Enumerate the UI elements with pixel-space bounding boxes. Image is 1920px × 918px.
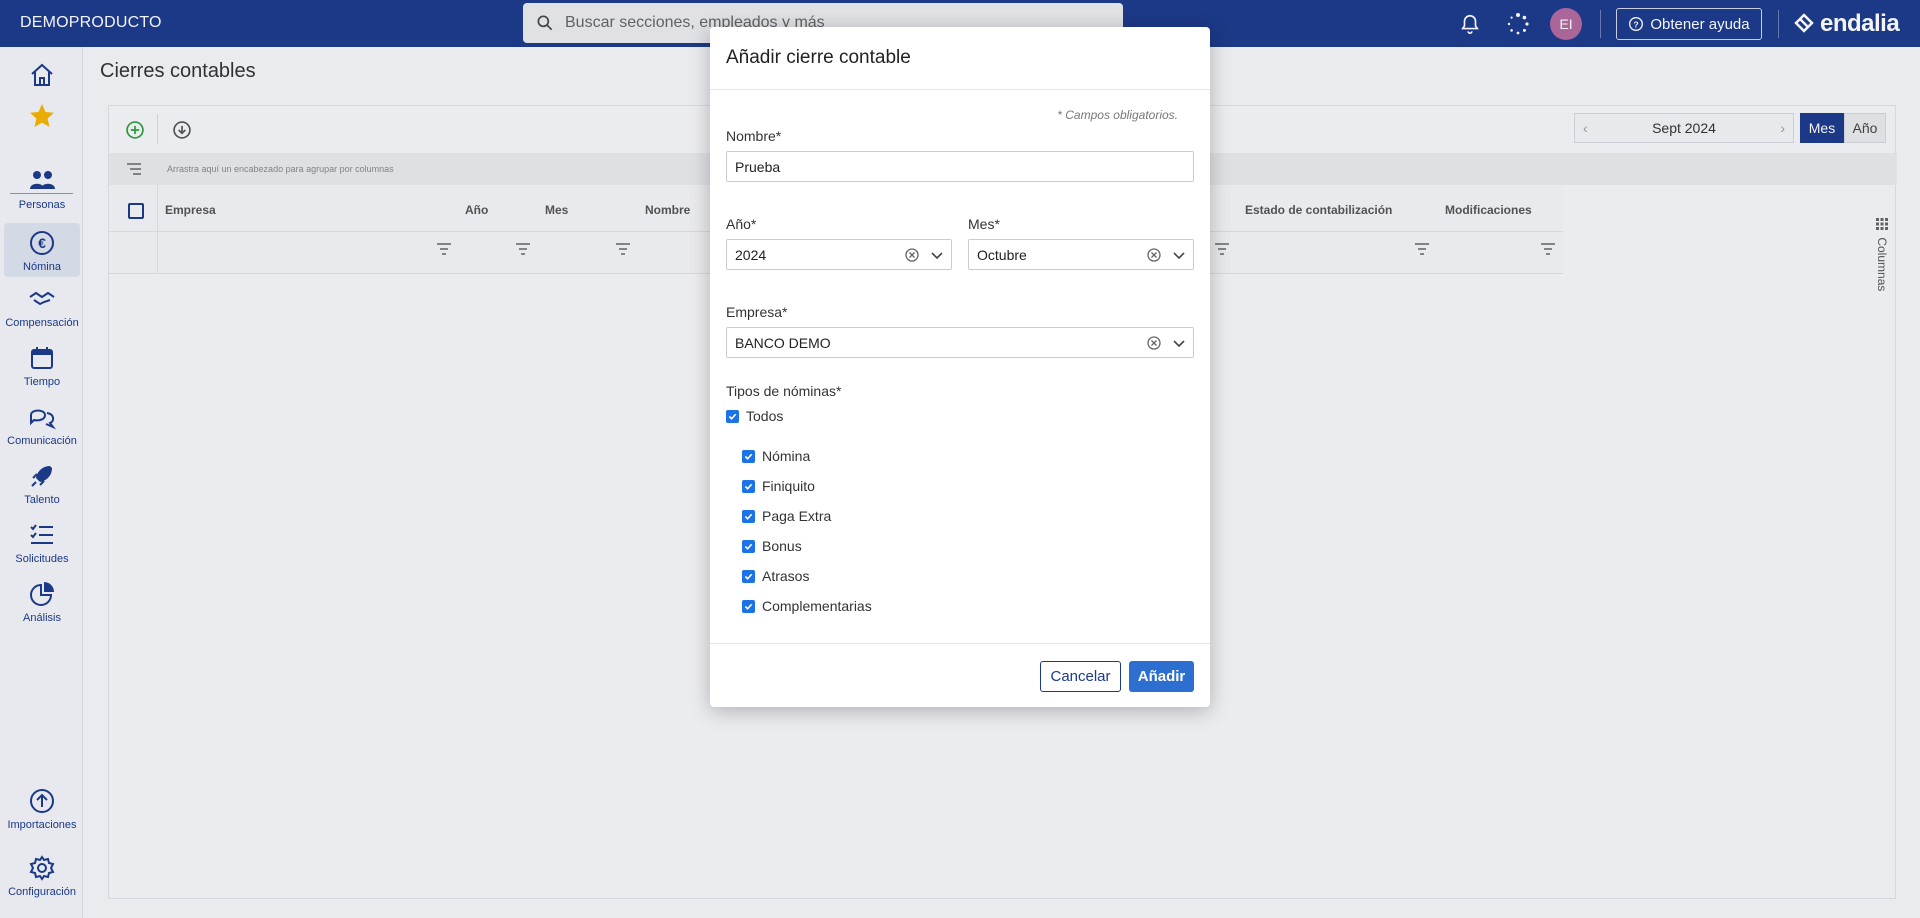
checkbox-label: Todos: [746, 408, 784, 424]
checkbox-checked-icon[interactable]: [742, 509, 755, 523]
name-field[interactable]: [726, 151, 1194, 182]
payroll-types-label: Tipos de nóminas*: [726, 383, 842, 399]
checkbox-label: Finiquito: [762, 478, 815, 494]
clear-icon[interactable]: [1147, 248, 1161, 262]
checkbox-label: Atrasos: [762, 568, 810, 584]
add-button[interactable]: Añadir: [1129, 661, 1194, 692]
add-closing-dialog: Añadir cierre contable * Campos obligato…: [710, 27, 1210, 707]
checkbox-checked-icon[interactable]: [726, 409, 739, 423]
company-value: BANCO DEMO: [735, 334, 831, 351]
checkbox-label: Complementarias: [762, 598, 872, 614]
divider: [710, 89, 1210, 90]
checkbox-label: Paga Extra: [762, 508, 832, 524]
required-note: * Campos obligatorios.: [1057, 108, 1178, 122]
month-label: Mes*: [968, 216, 1000, 232]
year-select[interactable]: 2024: [726, 239, 952, 270]
clear-icon[interactable]: [905, 248, 919, 262]
checkbox-label: Bonus: [762, 538, 802, 554]
checkbox-checked-icon[interactable]: [742, 569, 755, 583]
chevron-down-icon[interactable]: [930, 248, 944, 262]
company-label: Empresa*: [726, 304, 788, 320]
checkbox-nomina[interactable]: Nómina: [742, 448, 810, 464]
name-label: Nombre*: [726, 128, 782, 144]
checkbox-complementarias[interactable]: Complementarias: [742, 598, 872, 614]
year-label: Año*: [726, 216, 757, 232]
checkbox-atrasos[interactable]: Atrasos: [742, 568, 809, 584]
chevron-down-icon[interactable]: [1172, 248, 1186, 262]
checkbox-label: Nómina: [762, 448, 811, 464]
divider: [710, 643, 1210, 644]
company-select[interactable]: BANCO DEMO: [726, 327, 1194, 358]
chevron-down-icon[interactable]: [1172, 336, 1186, 350]
checkbox-all[interactable]: Todos: [726, 408, 783, 424]
checkbox-checked-icon[interactable]: [742, 599, 755, 613]
month-value: Octubre: [977, 246, 1027, 263]
clear-icon[interactable]: [1147, 336, 1161, 350]
cancel-button[interactable]: Cancelar: [1040, 661, 1121, 692]
checkbox-finiquito[interactable]: Finiquito: [742, 478, 815, 494]
checkbox-checked-icon[interactable]: [742, 479, 755, 493]
dialog-title: Añadir cierre contable: [726, 47, 911, 68]
checkbox-paga-extra[interactable]: Paga Extra: [742, 508, 831, 524]
checkbox-bonus[interactable]: Bonus: [742, 538, 802, 554]
year-value: 2024: [735, 246, 767, 263]
checkbox-checked-icon[interactable]: [742, 449, 755, 463]
month-select[interactable]: Octubre: [968, 239, 1194, 270]
checkbox-checked-icon[interactable]: [742, 539, 755, 553]
name-input[interactable]: [735, 158, 1193, 175]
